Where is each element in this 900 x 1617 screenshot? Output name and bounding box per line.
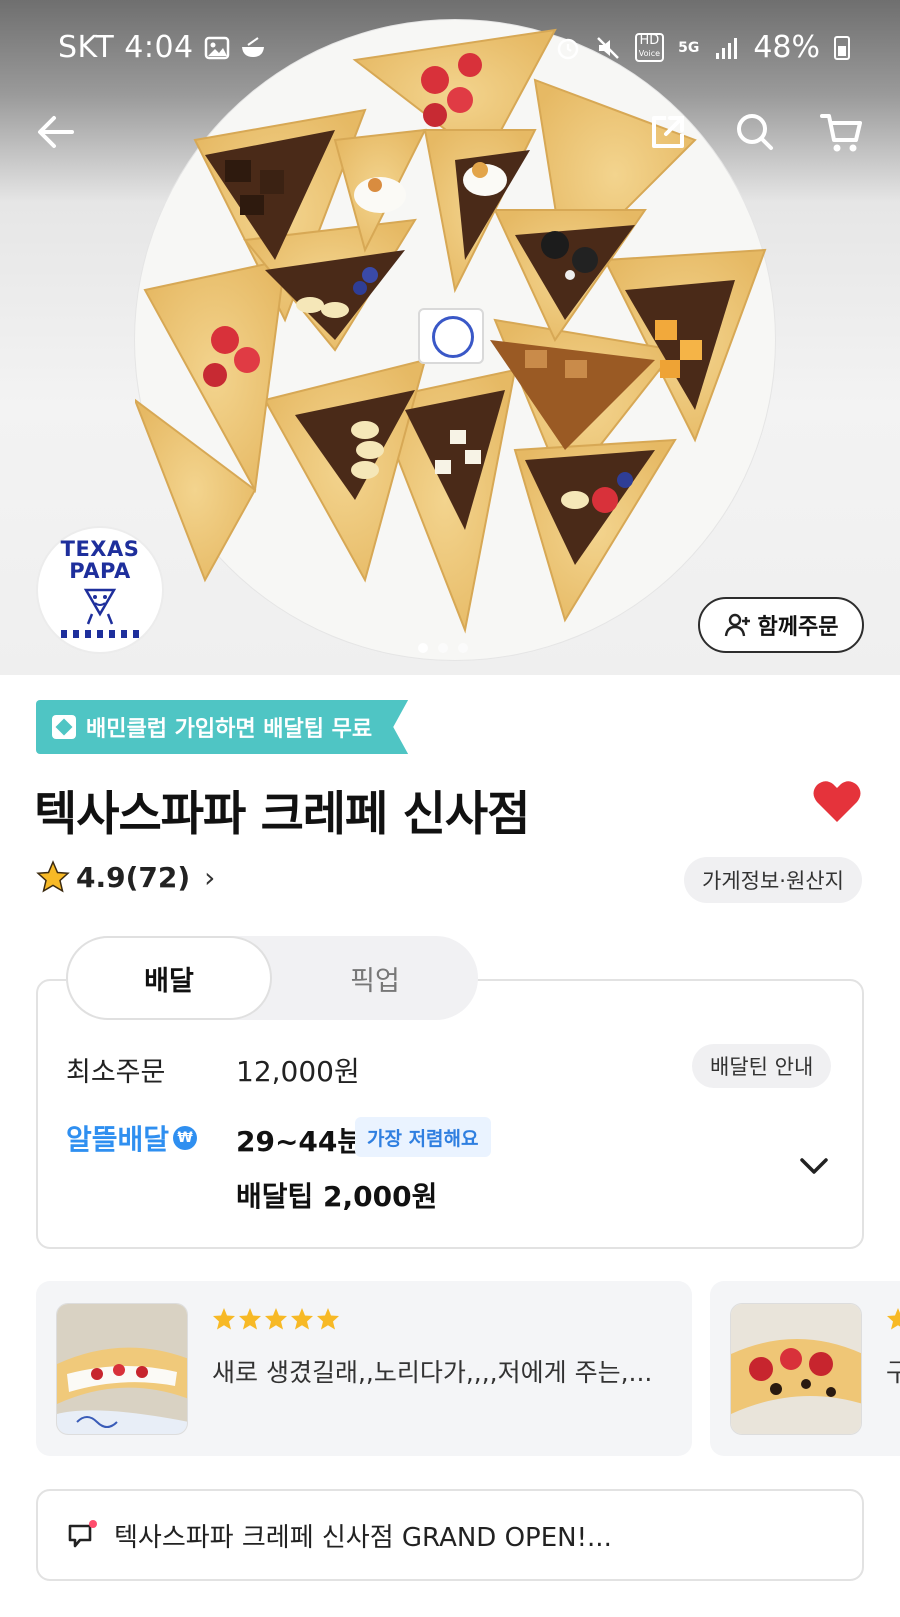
review-card[interactable]: 새로 생겼길래,,노리다가,,,,저에게 주는,... <box>36 1281 692 1456</box>
store-notice[interactable]: 텍사스파파 크레페 신사점 GRAND OPEN!... <box>36 1489 864 1581</box>
club-banner-text: 배민클럽 가입하면 배달팁 무료 <box>86 717 373 742</box>
carousel-dot[interactable] <box>418 643 428 653</box>
carousel-dot[interactable] <box>458 643 468 653</box>
baemin-club-banner[interactable]: 배민클럽 가입하면 배달팁 무료 <box>36 700 409 754</box>
signal-icon <box>716 37 738 59</box>
back-arrow-icon <box>38 116 74 148</box>
delivery-tip: 배달팁 2,000원 <box>236 1180 438 1213</box>
alarm-icon <box>557 38 579 59</box>
delivery-tip-guide-button[interactable]: 배달틴 안내 <box>692 1044 832 1088</box>
logo-text-line2: PAPA <box>69 559 131 583</box>
star-icon <box>317 1308 339 1330</box>
top-nav <box>0 100 900 170</box>
search-button[interactable] <box>723 100 787 164</box>
tab-delivery[interactable]: 배달 <box>66 936 272 1020</box>
carousel-dot[interactable] <box>438 643 448 653</box>
center-logo-card <box>418 308 484 364</box>
hd-voice-icon: HD Voice <box>634 33 665 62</box>
min-order-value: 12,000원 <box>236 1055 360 1088</box>
store-info-button[interactable]: 가게정보·원산지 <box>684 857 862 903</box>
review-stars <box>886 1307 900 1331</box>
chevron-right-icon: › <box>204 860 216 894</box>
group-order-label: 함께주문 <box>757 615 839 640</box>
group-order-button[interactable]: 함께주문 <box>698 597 864 653</box>
rating-value: 4.9(72) <box>76 860 191 894</box>
review-stars <box>212 1307 340 1331</box>
share-icon <box>652 116 684 148</box>
tab-pickup[interactable]: 픽업 <box>272 936 478 1020</box>
star-icon <box>265 1308 287 1330</box>
add-person-icon <box>724 613 750 637</box>
review-text: 새로 생겼길래,,노리다가,,,,저에게 주는,... <box>212 1358 653 1387</box>
carousel-indicator <box>418 643 468 653</box>
review-photo <box>56 1303 188 1435</box>
chevron-down-icon[interactable] <box>796 1150 832 1180</box>
notice-chat-icon <box>68 1520 97 1548</box>
review-card[interactable]: 구 <box>710 1281 900 1456</box>
cheapest-badge: 가장 저렴해요 <box>355 1117 491 1157</box>
mute-icon <box>596 36 619 59</box>
mascot-icon <box>83 588 117 625</box>
review-text: 구 <box>886 1358 900 1387</box>
star-icon <box>887 1308 900 1330</box>
star-icon <box>36 860 70 893</box>
cart-icon <box>820 114 862 152</box>
carrier-time: SKT 4:04 <box>58 30 194 65</box>
store-name: 텍사스파파 크레페 신사점 <box>34 787 530 842</box>
battery-icon <box>834 35 850 60</box>
won-badge-icon: ₩ <box>173 1126 198 1150</box>
search-icon <box>737 114 773 150</box>
logo-checker-pattern <box>61 630 139 638</box>
star-icon <box>213 1308 235 1330</box>
star-icon <box>291 1308 313 1330</box>
gallery-icon <box>204 36 229 59</box>
rating-link[interactable]: 4.9(72) › <box>36 860 215 894</box>
share-button[interactable] <box>636 100 700 164</box>
review-photo <box>730 1303 862 1435</box>
eco-delivery-text: 알뜰배달 <box>66 1123 170 1156</box>
back-button[interactable] <box>26 100 90 164</box>
network-type: 5G <box>678 39 700 56</box>
favorite-heart-icon[interactable] <box>812 778 862 824</box>
store-logo: TEXAS PAPA <box>36 526 164 654</box>
logo-text-line1: TEXAS <box>60 537 140 561</box>
min-order-label: 최소주문 <box>66 1057 166 1088</box>
star-icon <box>239 1308 261 1330</box>
food-bowl-icon <box>241 36 264 57</box>
status-bar: SKT 4:04 HD Voice 5G 48% <box>0 0 900 96</box>
cart-button[interactable] <box>810 100 874 164</box>
battery-percent: 48% <box>753 30 820 65</box>
hero-image[interactable]: SKT 4:04 HD Voice 5G 48% TEXAS PAPA 함께주문 <box>0 0 900 675</box>
delivery-time: 29~44분 <box>236 1125 364 1158</box>
notice-text: 텍사스파파 크레페 신사점 GRAND OPEN!... <box>114 1522 612 1553</box>
club-icon <box>52 715 76 739</box>
eco-delivery-label: 알뜰배달 ₩ <box>66 1118 198 1158</box>
order-type-tabs: 배달 픽업 <box>66 936 478 1020</box>
